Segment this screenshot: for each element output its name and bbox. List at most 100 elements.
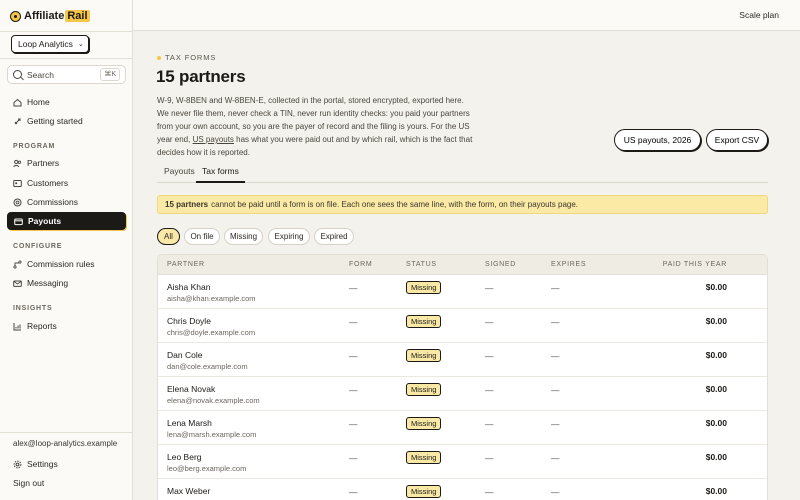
sign-out-link[interactable]: Sign out: [7, 474, 126, 492]
search-button[interactable]: Search ⌘K: [7, 65, 126, 84]
partner-name[interactable]: Max Weber: [167, 486, 210, 496]
us-payouts-button[interactable]: US payouts, 2026: [614, 129, 701, 151]
page-description: W-9, W-8BEN and W-8BEN-E, collected in t…: [157, 94, 475, 159]
signed-value: —: [485, 487, 494, 497]
rocket-icon: [13, 117, 22, 126]
table-row[interactable]: Dan Cole dan@cole.example.com — Missing — — $0…: [158, 343, 767, 377]
sidebar-item-label: Messaging: [27, 278, 69, 288]
form-value: —: [349, 419, 358, 429]
sidebar-item-customers[interactable]: Customers: [7, 174, 126, 192]
paid-amount: $0.00: [705, 418, 727, 428]
sidebar-item-messaging[interactable]: Messaging: [7, 274, 126, 292]
header-form[interactable]: FORM: [349, 261, 372, 268]
expires-value: —: [551, 317, 560, 327]
signed-value: —: [485, 351, 494, 361]
header-expires[interactable]: EXPIRES: [551, 261, 586, 268]
workspace-switcher[interactable]: Loop Analytics ⌄: [11, 35, 89, 53]
section-label-configure: CONFIGURE: [13, 243, 63, 250]
table-row[interactable]: Chris Doyle chris@doyle.example.com — Missi…: [158, 309, 767, 343]
partner-email: lena@marsh.example.com: [167, 430, 257, 439]
partner-name[interactable]: Elena Novak: [167, 384, 215, 394]
header-partner[interactable]: PARTNER: [167, 261, 205, 268]
partner-email: leo@berg.example.com: [167, 464, 247, 473]
page-title: 15 partners: [156, 67, 246, 86]
table-row[interactable]: Leo Berg leo@berg.example.com — Missing — — $0…: [158, 445, 767, 479]
sidebar-item-label: Payouts: [28, 216, 62, 226]
brand-logo[interactable]: Affiliate Rail: [10, 8, 90, 24]
paid-amount: $0.00: [705, 350, 727, 360]
status-badge: Missing: [406, 417, 442, 430]
sidebar-item-home[interactable]: Home: [7, 93, 126, 111]
status-badge: Missing: [406, 315, 442, 328]
partner-name[interactable]: Leo Berg: [167, 452, 202, 462]
section-label-program: PROGRAM: [13, 143, 56, 150]
filter-expired[interactable]: Expired: [314, 228, 354, 245]
expires-value: —: [551, 419, 560, 429]
filter-on-file[interactable]: On file: [184, 228, 220, 245]
plan-label[interactable]: Scale plan: [739, 10, 779, 20]
filter-missing[interactable]: Missing: [224, 228, 263, 245]
tax-forms-table: PARTNER FORM STATUS SIGNED EXPIRES PAID …: [157, 254, 768, 500]
expires-value: —: [551, 487, 560, 497]
sidebar-item-payouts[interactable]: Payouts: [7, 212, 126, 230]
table-row[interactable]: Aisha Khan aisha@khan.example.com — Missing…: [158, 275, 767, 309]
sidebar-item-label: Commission rules: [27, 259, 95, 269]
table-row[interactable]: Max Weber — Missing — — $0.00: [158, 479, 767, 500]
export-csv-button[interactable]: Export CSV: [706, 129, 768, 151]
sidebar-item-commissions[interactable]: Commissions: [7, 193, 126, 211]
paid-amount: $0.00: [705, 486, 727, 496]
sidebar-item-label: Reports: [27, 321, 57, 331]
users-icon: [13, 159, 22, 168]
brand-name-b: Rail: [65, 10, 90, 22]
form-value: —: [349, 317, 358, 327]
sidebar-divider: [0, 432, 133, 433]
filter-expiring[interactable]: Expiring: [268, 228, 310, 245]
sidebar-item-partners[interactable]: Partners: [7, 154, 126, 172]
settings-label: Settings: [27, 459, 58, 469]
sidebar-item-reports[interactable]: Reports: [7, 317, 126, 335]
status-badge: Missing: [406, 485, 442, 498]
sidebar-divider: [0, 31, 133, 32]
partner-name[interactable]: Dan Cole: [167, 350, 202, 360]
sidebar-divider: [0, 58, 133, 59]
form-value: —: [349, 385, 358, 395]
status-badge: Missing: [406, 451, 442, 464]
signed-value: —: [485, 317, 494, 327]
expires-value: —: [551, 453, 560, 463]
partner-name[interactable]: Lena Marsh: [167, 418, 212, 428]
sidebar-item-getting-started[interactable]: Getting started: [7, 112, 126, 130]
status-badge: Missing: [406, 349, 442, 362]
signed-value: —: [485, 453, 494, 463]
search-label: Search: [27, 69, 54, 80]
partner-name[interactable]: Chris Doyle: [167, 316, 211, 326]
us-payouts-link[interactable]: US payouts: [193, 135, 234, 144]
table-row[interactable]: Elena Novak elena@novak.example.com — Missi…: [158, 377, 767, 411]
signed-value: —: [485, 385, 494, 395]
status-badge: Missing: [406, 383, 442, 396]
eyebrow-text: TAX FORMS: [165, 53, 217, 62]
header-paid-this-year[interactable]: PAID THIS YEAR: [663, 261, 727, 268]
form-value: —: [349, 453, 358, 463]
chart-icon: [13, 322, 22, 331]
sidebar-item-label: Partners: [27, 158, 60, 168]
chevron-down-icon: ⌄: [77, 41, 84, 48]
filter-all[interactable]: All: [157, 228, 180, 245]
form-value: —: [349, 487, 358, 497]
sidebar-item-label: Customers: [27, 178, 69, 188]
search-shortcut: ⌘K: [100, 68, 120, 81]
tab-payouts[interactable]: Payouts: [164, 166, 195, 183]
page-eyebrow: TAX FORMS: [157, 53, 216, 62]
banner-text: cannot be paid until a form is on file. …: [211, 200, 579, 209]
sidebar-item-commission-rules[interactable]: Commission rules: [7, 255, 126, 273]
eyebrow-dot-icon: [157, 55, 161, 60]
settings-link[interactable]: Settings: [7, 455, 126, 473]
user-email: alex@loop-analytics.example: [13, 439, 118, 448]
header-status[interactable]: STATUS: [406, 261, 437, 268]
table-header: PARTNER FORM STATUS SIGNED EXPIRES PAID …: [158, 255, 767, 275]
workspace-label: Loop Analytics: [18, 39, 73, 49]
signed-value: —: [485, 283, 494, 293]
partner-name[interactable]: Aisha Khan: [167, 282, 210, 292]
table-row[interactable]: Lena Marsh lena@marsh.example.com — Missing…: [158, 411, 767, 445]
header-signed[interactable]: SIGNED: [485, 261, 516, 268]
tab-tax-forms[interactable]: Tax forms: [196, 166, 245, 183]
